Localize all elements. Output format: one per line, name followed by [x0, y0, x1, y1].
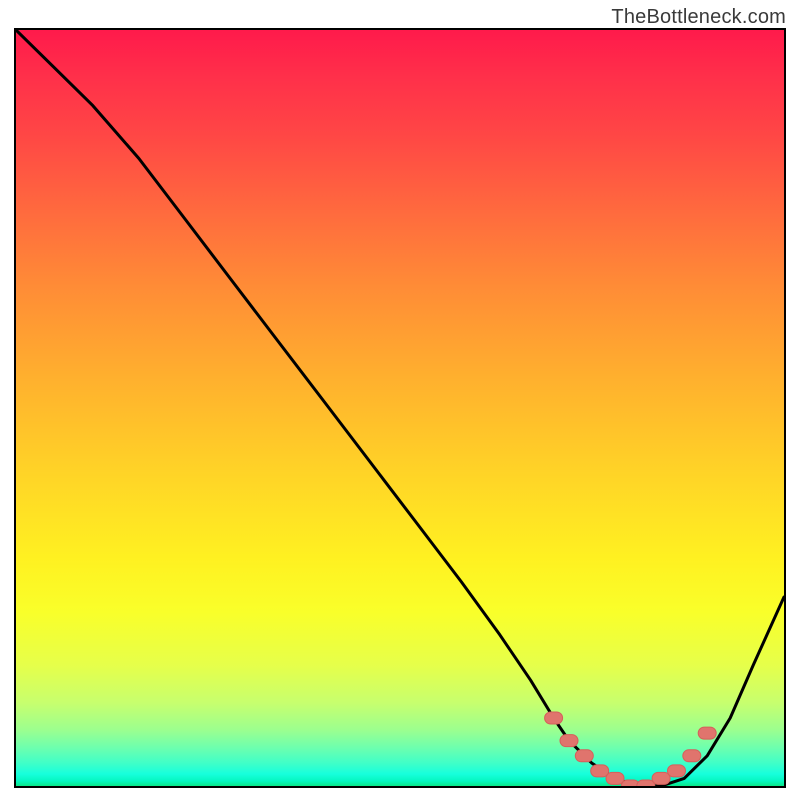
- highlight-marker: [545, 712, 563, 724]
- highlight-marker: [591, 765, 609, 777]
- highlight-marker: [560, 735, 578, 747]
- curve-layer: [16, 30, 784, 786]
- highlight-marker: [683, 750, 701, 762]
- highlight-marker: [698, 727, 716, 739]
- watermark-text: TheBottleneck.com: [611, 6, 786, 29]
- plot-area: [14, 28, 786, 788]
- highlight-marker: [575, 750, 593, 762]
- highlight-marker: [606, 772, 624, 784]
- highlight-marker: [668, 765, 686, 777]
- highlight-marker: [652, 772, 670, 784]
- chart-frame: TheBottleneck.com: [0, 0, 800, 800]
- bottleneck-curve: [16, 30, 784, 786]
- highlight-markers: [545, 712, 717, 786]
